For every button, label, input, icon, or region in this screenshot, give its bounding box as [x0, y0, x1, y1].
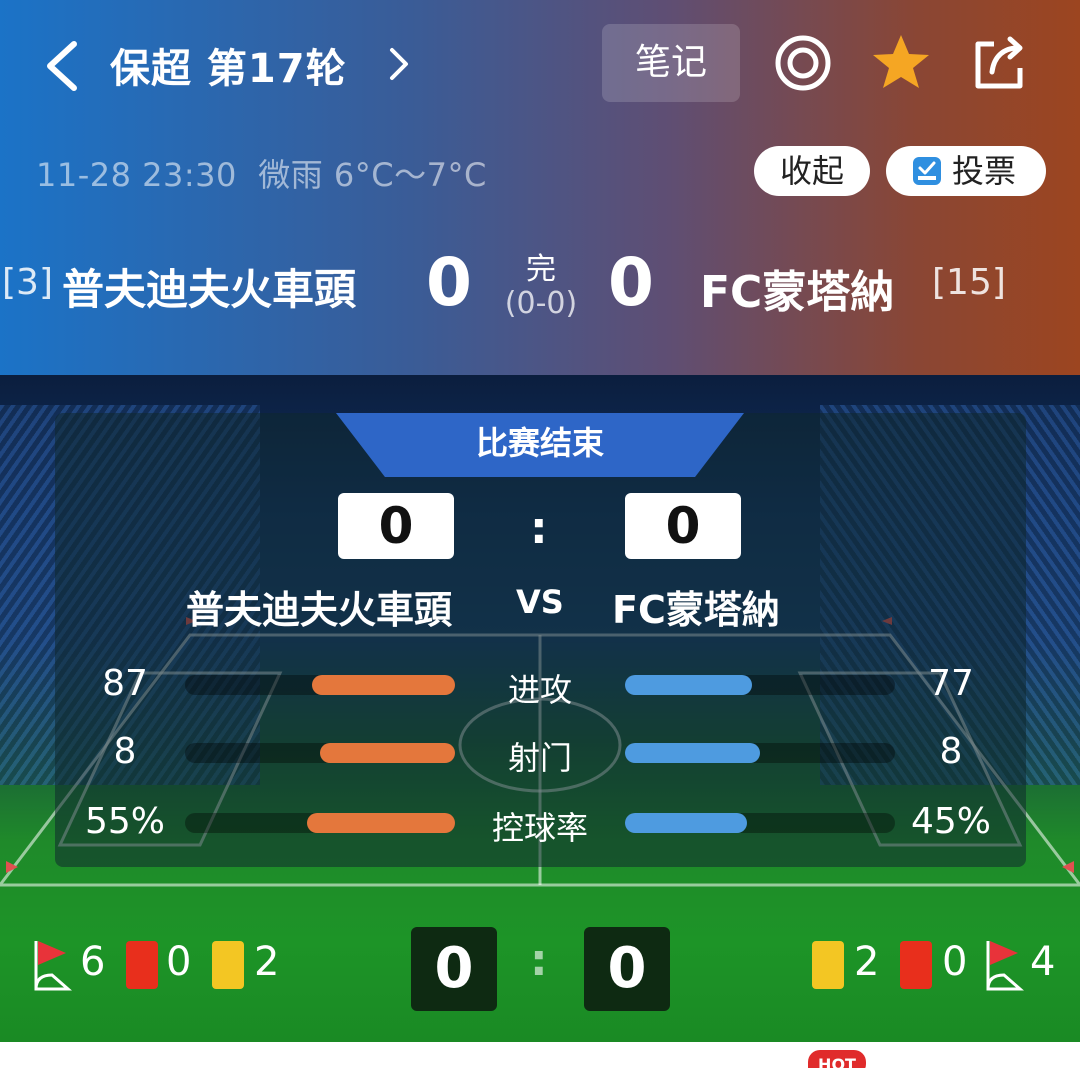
away-score: 0 — [608, 244, 654, 321]
red-card-icon — [126, 941, 158, 989]
stat-home-value: 87 — [102, 663, 148, 704]
stat-away-value: 45% — [910, 801, 991, 842]
panel-home-score: 0 — [338, 493, 454, 559]
stat-row-possession: 55% 控球率 45% — [0, 801, 1080, 847]
stat-home-track — [185, 675, 455, 695]
away-yellow-count: 2 — [854, 939, 880, 985]
stat-home-bar — [320, 743, 455, 763]
league-round-title[interactable]: 保超 第17轮 — [110, 36, 347, 94]
home-team-rank: [3] — [2, 262, 53, 303]
stat-label: 控球率 — [491, 809, 588, 847]
stat-away-bar — [625, 675, 752, 695]
notes-button[interactable]: 笔记 — [602, 24, 740, 102]
home-score: 0 — [426, 244, 472, 321]
stat-home-value: 55% — [84, 801, 165, 842]
panel-score-colon: : — [530, 503, 548, 554]
bottom-away-score: 0 — [584, 927, 670, 1011]
share-icon[interactable] — [970, 34, 1028, 92]
panel-away-team: FC蒙塔納 — [612, 588, 780, 632]
match-summary-panel — [55, 413, 1026, 867]
stat-home-bar — [306, 813, 455, 833]
home-corners-count: 6 — [80, 939, 106, 985]
corner-flag-icon — [986, 941, 1024, 991]
stat-home-track — [185, 813, 455, 833]
stat-away-track — [625, 675, 895, 695]
favorite-star-icon[interactable] — [870, 32, 932, 92]
away-corners-count: 4 — [1030, 939, 1056, 985]
stat-home-value: 8 — [113, 731, 137, 772]
yellow-card-icon — [812, 941, 844, 989]
red-card-icon — [900, 941, 932, 989]
target-icon[interactable] — [774, 34, 832, 92]
bottom-score-colon: : — [530, 935, 548, 986]
match-header: 保超 第17轮 笔记 11-28 23:30 微雨 6°C～7°C 收起 投票 … — [0, 0, 1080, 375]
match-weather: 微雨 6°C～7°C — [258, 156, 487, 194]
home-red-count: 0 — [166, 939, 192, 985]
stat-home-bar — [311, 675, 455, 695]
away-team-rank: [15] — [932, 262, 1006, 303]
stat-away-bar — [625, 813, 747, 833]
match-events-row: 6 0 2 0 : 0 2 0 4 — [0, 927, 1080, 1011]
stat-row-shots: 8 射门 8 — [0, 731, 1080, 777]
chevron-right-icon[interactable] — [384, 44, 412, 84]
stat-away-value: 8 — [939, 731, 963, 772]
stat-home-track — [185, 743, 455, 763]
vote-button[interactable]: 投票 — [886, 146, 1046, 196]
hot-badge: HOT — [808, 1050, 866, 1068]
back-arrow-icon[interactable] — [40, 38, 86, 94]
away-team-name[interactable]: FC蒙塔納 — [700, 256, 894, 320]
panel-vs: VS — [516, 583, 564, 621]
stat-away-track — [625, 743, 895, 763]
away-red-count: 0 — [942, 939, 968, 985]
stat-away-track — [625, 813, 895, 833]
stat-label: 进攻 — [507, 671, 572, 709]
stat-label: 射门 — [507, 739, 572, 777]
home-yellow-count: 2 — [254, 939, 280, 985]
match-result-banner: 比赛结束 — [336, 413, 744, 477]
stat-row-attack: 87 进攻 77 — [0, 663, 1080, 709]
home-team-name[interactable]: 普夫迪夫火車頭 — [62, 256, 356, 317]
ballot-box-icon — [913, 157, 941, 185]
panel-away-score: 0 — [625, 493, 741, 559]
half-time-score: (0-0) — [504, 286, 578, 321]
match-datetime: 11-28 23:30 — [36, 156, 237, 194]
match-datetime-weather: 11-28 23:30 微雨 6°C～7°C — [36, 150, 487, 196]
corner-flag-icon — [34, 941, 72, 991]
stadium-scene: 比赛结束 0 : 0 普夫迪夫火車頭 VS FC蒙塔納 87 进攻 77 8 射… — [0, 375, 1080, 1042]
yellow-card-icon — [212, 941, 244, 989]
vote-label: 投票 — [952, 152, 1017, 190]
stat-away-bar — [625, 743, 760, 763]
panel-home-team: 普夫迪夫火車頭 — [186, 588, 453, 632]
stat-away-value: 77 — [928, 663, 974, 704]
collapse-button[interactable]: 收起 — [754, 146, 870, 196]
match-status: 完 — [526, 252, 556, 287]
bottom-home-score: 0 — [411, 927, 497, 1011]
